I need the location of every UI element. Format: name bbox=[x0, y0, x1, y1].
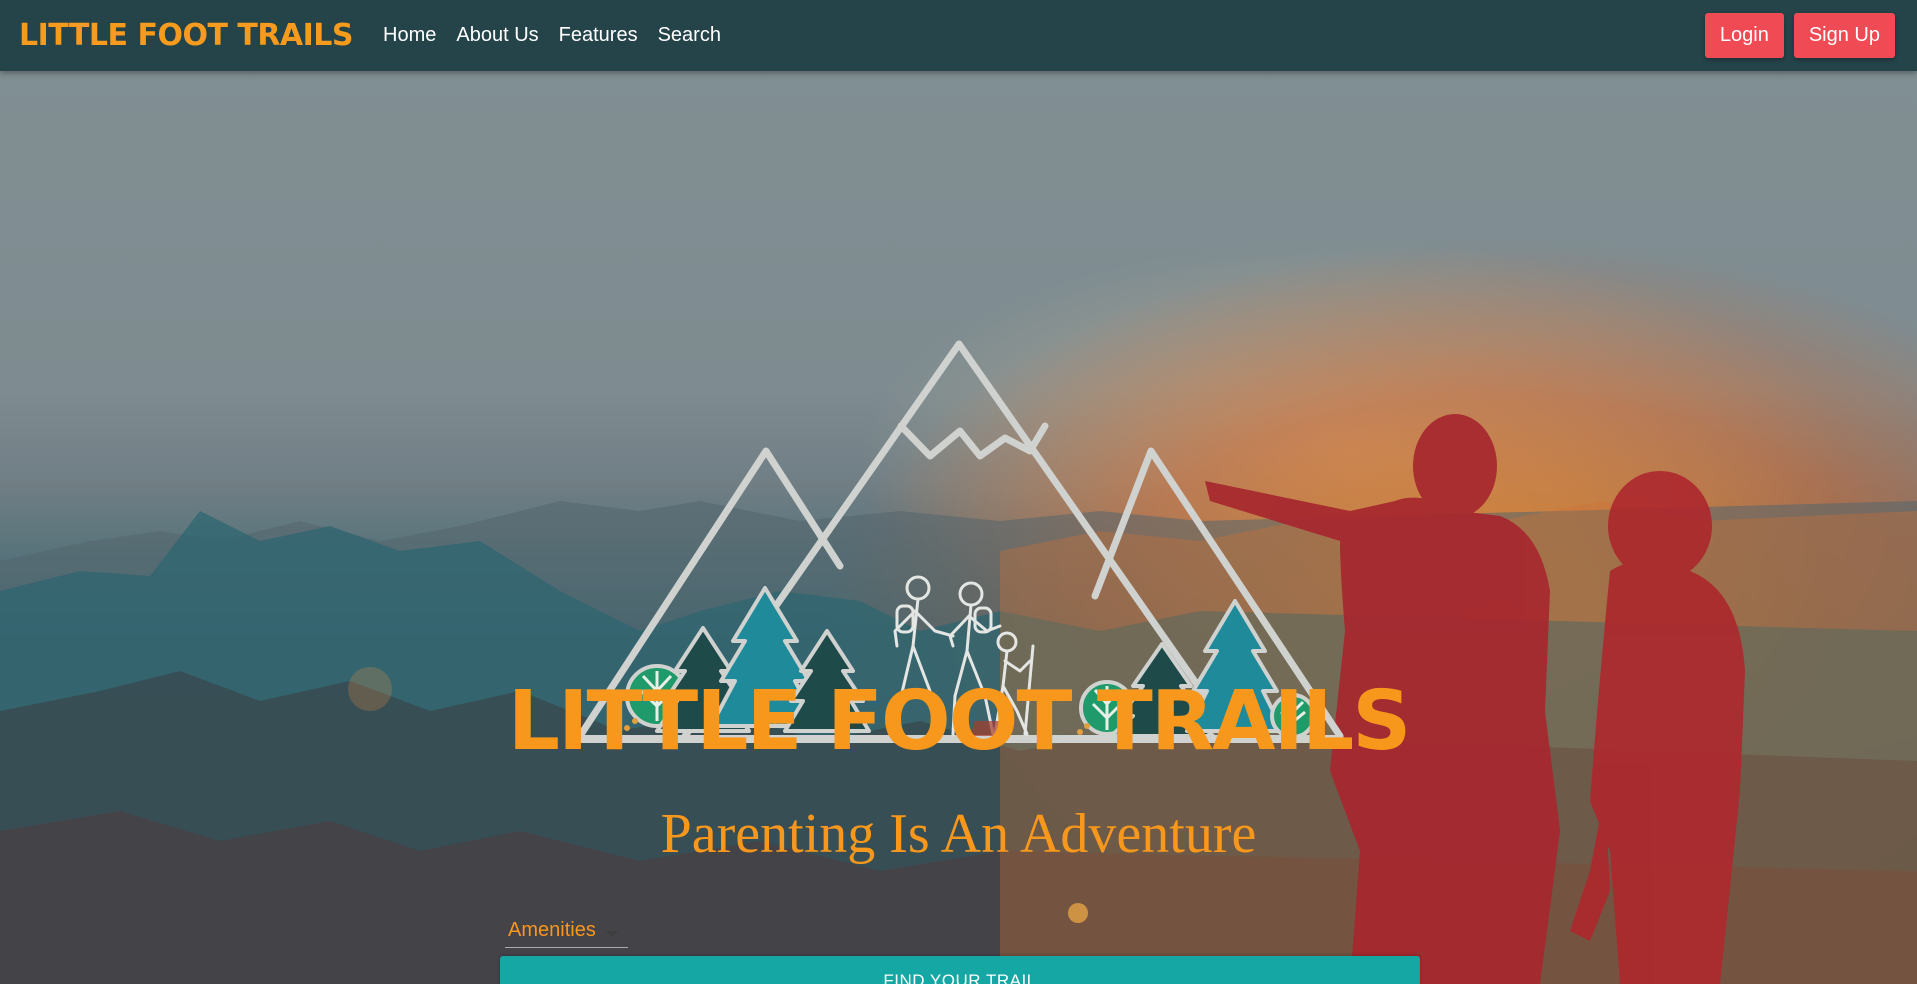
hero-section: LITTLE FOOT TRAILS Parenting Is An Adven… bbox=[0, 71, 1917, 984]
auth-buttons: Login Sign Up bbox=[1704, 13, 1895, 58]
nav-link-home[interactable]: Home bbox=[373, 24, 446, 47]
nav-link-features[interactable]: Features bbox=[549, 24, 648, 47]
hero-tagline: Parenting Is An Adventure bbox=[660, 803, 1257, 865]
find-your-trail-button[interactable]: FIND YOUR TRAIL bbox=[500, 956, 1420, 984]
nav-link-search[interactable]: Search bbox=[648, 24, 731, 47]
hero-logo-title: LITTLE FOOT TRAILS bbox=[507, 674, 1412, 769]
dropdown-caret-icon bbox=[605, 930, 618, 937]
brand-logo-text[interactable]: LITTLE FOOT TRAILS bbox=[19, 18, 354, 53]
top-navbar: LITTLE FOOT TRAILS Home About Us Feature… bbox=[0, 0, 1917, 71]
amenities-dropdown[interactable]: Amenities bbox=[505, 914, 628, 948]
nav-link-about-us[interactable]: About Us bbox=[446, 24, 548, 47]
login-button[interactable]: Login bbox=[1704, 13, 1784, 58]
nav-links: Home About Us Features Search bbox=[373, 24, 731, 47]
amenities-label: Amenities bbox=[508, 919, 596, 941]
sign-up-button[interactable]: Sign Up bbox=[1793, 13, 1895, 58]
